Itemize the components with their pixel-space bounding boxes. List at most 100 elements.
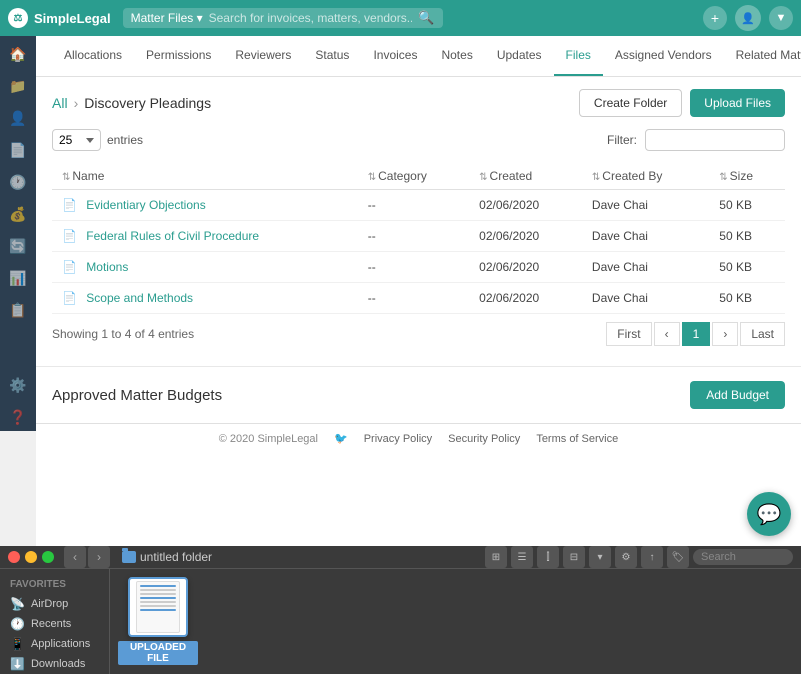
- file-name-link[interactable]: Evidentiary Objections: [86, 198, 205, 212]
- create-folder-button[interactable]: Create Folder: [579, 89, 682, 117]
- maximize-button[interactable]: [42, 551, 54, 563]
- file-created-by-cell: Dave Chai: [582, 252, 709, 283]
- finder-item-airdrop[interactable]: 📡 AirDrop: [0, 594, 109, 614]
- sidebar-icon-folder[interactable]: 📁: [4, 72, 32, 100]
- search-dropdown[interactable]: Matter Files ▾: [131, 11, 203, 25]
- finder-view-controls: ⊞ ☰ ⫿ ⊟ ▾ ⚙ ↑ 🏷: [485, 546, 793, 568]
- file-category-cell: --: [358, 190, 469, 221]
- breadcrumb-separator: ›: [74, 95, 79, 111]
- file-name-link[interactable]: Scope and Methods: [86, 291, 193, 305]
- file-name-cell: 📄 Evidentiary Objections: [52, 190, 358, 221]
- uploaded-file-item[interactable]: UPLOADED FILE: [118, 577, 198, 665]
- security-link[interactable]: Security Policy: [448, 433, 520, 445]
- recents-icon: 🕐: [10, 617, 25, 631]
- file-category-cell: --: [358, 221, 469, 252]
- sidebar-icon-home[interactable]: 🏠: [4, 40, 32, 68]
- tab-assigned-vendors[interactable]: Assigned Vendors: [603, 36, 724, 76]
- back-arrow[interactable]: ‹: [64, 546, 86, 568]
- sidebar-icon-chart[interactable]: 📊: [4, 264, 32, 292]
- sidebar-icon-users[interactable]: 👤: [4, 104, 32, 132]
- file-name-link[interactable]: Federal Rules of Civil Procedure: [86, 229, 259, 243]
- page-next[interactable]: ›: [712, 322, 738, 346]
- view-options[interactable]: ▾: [589, 546, 611, 568]
- view-icon-grid[interactable]: ⊞: [485, 546, 507, 568]
- file-category-cell: --: [358, 252, 469, 283]
- finder-search[interactable]: [693, 549, 793, 565]
- table-row: 📄 Motions -- 02/06/2020 Dave Chai 50 KB: [52, 252, 785, 283]
- col-created-by[interactable]: ⇅Created By: [582, 163, 709, 190]
- pagination-buttons: First ‹ 1 › Last: [606, 322, 785, 346]
- close-button[interactable]: [8, 551, 20, 563]
- sidebar-icon-clock[interactable]: 🕐: [4, 168, 32, 196]
- view-icon-list[interactable]: ☰: [511, 546, 533, 568]
- tab-files[interactable]: Files: [554, 36, 603, 76]
- col-created[interactable]: ⇅Created: [469, 163, 582, 190]
- sidebar-icon-docs[interactable]: 📄: [4, 136, 32, 164]
- search-icon[interactable]: 🔍: [418, 10, 434, 26]
- user-avatar[interactable]: 👤: [735, 5, 761, 31]
- sidebar-icon-help[interactable]: ❓: [4, 403, 32, 431]
- entries-label: entries: [107, 133, 143, 147]
- col-name[interactable]: ⇅Name: [52, 163, 358, 190]
- col-category[interactable]: ⇅Category: [358, 163, 469, 190]
- file-size-cell: 50 KB: [709, 283, 785, 314]
- search-bar[interactable]: Matter Files ▾ 🔍: [123, 8, 443, 28]
- tab-invoices[interactable]: Invoices: [361, 36, 429, 76]
- sidebar-icon-refresh[interactable]: 🔄: [4, 232, 32, 260]
- twitter-icon[interactable]: 🐦: [334, 432, 348, 445]
- col-size[interactable]: ⇅Size: [709, 163, 785, 190]
- page-first[interactable]: First: [606, 322, 651, 346]
- breadcrumb: All › Discovery Pleadings: [52, 95, 211, 111]
- minimize-button[interactable]: [25, 551, 37, 563]
- budget-section: Approved Matter Budgets Add Budget: [36, 366, 801, 423]
- file-icon: 📄: [62, 198, 77, 212]
- file-created-cell: 02/06/2020: [469, 221, 582, 252]
- file-name-link[interactable]: Motions: [86, 260, 128, 274]
- file-category-cell: --: [358, 283, 469, 314]
- favorites-label: Favorites: [0, 577, 109, 594]
- privacy-link[interactable]: Privacy Policy: [364, 433, 432, 445]
- tab-updates[interactable]: Updates: [485, 36, 554, 76]
- sidebar-icon-money[interactable]: 💰: [4, 200, 32, 228]
- tab-reviewers[interactable]: Reviewers: [223, 36, 303, 76]
- tab-notes[interactable]: Notes: [429, 36, 484, 76]
- action-icon[interactable]: ⚙: [615, 546, 637, 568]
- entries-dropdown[interactable]: 25 50 100: [52, 129, 101, 151]
- tab-allocations[interactable]: Allocations: [52, 36, 134, 76]
- finder-item-applications[interactable]: 📱 Applications: [0, 634, 109, 654]
- finder-item-recents[interactable]: 🕐 Recents: [0, 614, 109, 634]
- search-input[interactable]: [209, 11, 413, 25]
- terms-link[interactable]: Terms of Service: [536, 433, 618, 445]
- file-size-cell: 50 KB: [709, 221, 785, 252]
- page-1[interactable]: 1: [682, 322, 711, 346]
- share-icon[interactable]: ↑: [641, 546, 663, 568]
- sidebar-icon-clipboard[interactable]: 📋: [4, 296, 32, 324]
- breadcrumb-all[interactable]: All: [52, 95, 68, 111]
- table-row: 📄 Federal Rules of Civil Procedure -- 02…: [52, 221, 785, 252]
- filter-label: Filter:: [607, 133, 637, 147]
- sidebar-icon-settings[interactable]: ⚙️: [4, 371, 32, 399]
- upload-files-button[interactable]: Upload Files: [690, 89, 785, 117]
- applications-label: Applications: [31, 638, 90, 650]
- chat-button[interactable]: 💬: [747, 492, 791, 536]
- settings-icon[interactable]: ▼: [769, 6, 793, 30]
- file-name-cell: 📄 Federal Rules of Civil Procedure: [52, 221, 358, 252]
- add-budget-button[interactable]: Add Budget: [690, 381, 785, 409]
- view-icon-columns[interactable]: ⫿: [537, 546, 559, 568]
- table-row: 📄 Scope and Methods -- 02/06/2020 Dave C…: [52, 283, 785, 314]
- finder-item-downloads[interactable]: ⬇️ Downloads: [0, 654, 109, 674]
- page-last[interactable]: Last: [740, 322, 785, 346]
- doc-line-4: [140, 597, 176, 599]
- tab-related-matters[interactable]: Related Matters: [724, 36, 801, 76]
- content-area: Allocations Permissions Reviewers Status…: [36, 36, 801, 546]
- forward-arrow[interactable]: ›: [88, 546, 110, 568]
- tab-status[interactable]: Status: [303, 36, 361, 76]
- view-icon-gallery[interactable]: ⊟: [563, 546, 585, 568]
- tag-icon[interactable]: 🏷: [667, 546, 689, 568]
- page-prev[interactable]: ‹: [654, 322, 680, 346]
- applications-icon: 📱: [10, 637, 25, 651]
- tab-permissions[interactable]: Permissions: [134, 36, 223, 76]
- doc-line-5: [140, 601, 176, 603]
- add-button[interactable]: +: [703, 6, 727, 30]
- filter-input[interactable]: [645, 129, 785, 151]
